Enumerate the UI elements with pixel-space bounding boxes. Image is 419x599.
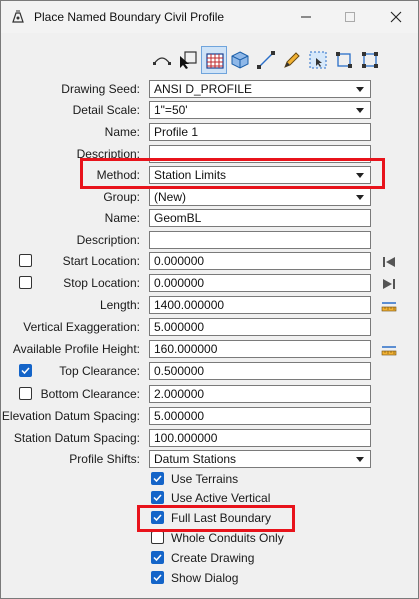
group-label: Group:	[103, 190, 140, 204]
pen-tool-icon	[10, 9, 26, 25]
top-clearance-checkbox[interactable]	[19, 364, 32, 377]
measure-height-icon[interactable]	[381, 342, 397, 358]
station-datum-spacing-label: Station Datum Spacing:	[13, 431, 140, 445]
group-description-label: Description:	[76, 233, 140, 247]
curve-profile-icon[interactable]	[149, 46, 175, 74]
full-last-boundary-checkbox[interactable]	[151, 511, 164, 524]
measure-length-icon[interactable]	[381, 298, 397, 314]
dialog-window: Place Named Boundary Civil Profile Drawi…	[0, 0, 419, 599]
maximize-icon[interactable]	[340, 7, 360, 27]
description-input[interactable]	[149, 145, 371, 163]
method-dropdown[interactable]: Station Limits	[149, 166, 371, 184]
stop-location-checkbox[interactable]	[19, 276, 32, 289]
create-drawing-label: Create Drawing	[171, 551, 255, 565]
show-dialog-checkbox[interactable]	[151, 571, 164, 584]
dashed-selection-icon[interactable]	[305, 46, 331, 74]
start-location-checkbox[interactable]	[19, 254, 32, 267]
use-active-vertical-label: Use Active Vertical	[171, 491, 271, 505]
rectangle-icon[interactable]	[331, 46, 357, 74]
group-name-label: Name:	[104, 211, 140, 225]
name-input[interactable]: Profile 1	[149, 123, 371, 141]
minimize-icon[interactable]	[296, 7, 316, 27]
show-dialog-label: Show Dialog	[171, 571, 239, 585]
pencil-icon[interactable]	[279, 46, 305, 74]
title-bar[interactable]: Place Named Boundary Civil Profile	[1, 1, 418, 33]
elevation-datum-spacing-input[interactable]: 5.000000	[149, 407, 371, 425]
bottom-clearance-label: Bottom Clearance:	[40, 387, 140, 401]
use-terrains-checkbox[interactable]	[151, 472, 164, 485]
profile-shifts-dropdown[interactable]: Datum Stations	[149, 450, 371, 468]
length-label: Length:	[99, 298, 140, 312]
use-active-vertical-checkbox[interactable]	[151, 491, 164, 504]
window-title: Place Named Boundary Civil Profile	[34, 10, 225, 24]
start-location-input[interactable]: 0.000000	[149, 252, 371, 270]
drawing-seed-label: Drawing Seed:	[61, 82, 140, 96]
skip-to-end-icon[interactable]	[381, 276, 397, 292]
drawing-seed-dropdown[interactable]: ANSI D_PROFILE	[149, 80, 371, 98]
name-label: Name:	[104, 125, 140, 139]
vertical-exaggeration-label: Vertical Exaggeration:	[23, 320, 140, 334]
method-label: Method:	[96, 168, 140, 182]
use-terrains-label: Use Terrains	[171, 472, 239, 486]
close-icon[interactable]	[386, 7, 406, 27]
create-drawing-checkbox[interactable]	[151, 551, 164, 564]
vertical-exaggeration-input[interactable]: 5.000000	[149, 318, 371, 336]
detail-scale-label: Detail Scale:	[72, 103, 140, 117]
top-clearance-label: Top Clearance:	[59, 364, 140, 378]
stop-location-input[interactable]: 0.000000	[149, 274, 371, 292]
profile-shifts-label: Profile Shifts:	[69, 452, 140, 466]
description-label: Description:	[76, 147, 140, 161]
group-name-input[interactable]: GeomBL	[149, 209, 371, 227]
group-description-input[interactable]	[149, 231, 371, 249]
stop-location-label: Stop Location:	[63, 276, 140, 290]
whole-conduits-only-label: Whole Conduits Only	[171, 531, 284, 545]
full-last-boundary-label: Full Last Boundary	[171, 511, 272, 525]
group-dropdown[interactable]: (New)	[149, 188, 371, 206]
length-input[interactable]: 1400.000000	[149, 296, 371, 314]
shape-vertices-icon[interactable]	[357, 46, 383, 74]
available-profile-height-input[interactable]: 160.000000	[149, 340, 371, 358]
bottom-clearance-checkbox[interactable]	[19, 387, 32, 400]
bottom-clearance-input[interactable]: 2.000000	[149, 385, 371, 403]
grid-table-icon[interactable]	[201, 46, 227, 74]
start-location-label: Start Location:	[62, 254, 140, 268]
detail-scale-dropdown[interactable]: 1"=50'	[149, 101, 371, 119]
cube-3d-icon[interactable]	[227, 46, 253, 74]
station-datum-spacing-input[interactable]: 100.000000	[149, 429, 371, 447]
line-icon[interactable]	[253, 46, 279, 74]
whole-conduits-only-checkbox[interactable]	[151, 531, 164, 544]
select-element-icon[interactable]	[175, 46, 201, 74]
skip-to-start-icon[interactable]	[381, 254, 397, 270]
elevation-datum-spacing-label: Elevation Datum Spacing:	[1, 409, 140, 423]
top-clearance-input[interactable]: 0.500000	[149, 362, 371, 380]
available-profile-height-label: Available Profile Height:	[12, 342, 140, 356]
